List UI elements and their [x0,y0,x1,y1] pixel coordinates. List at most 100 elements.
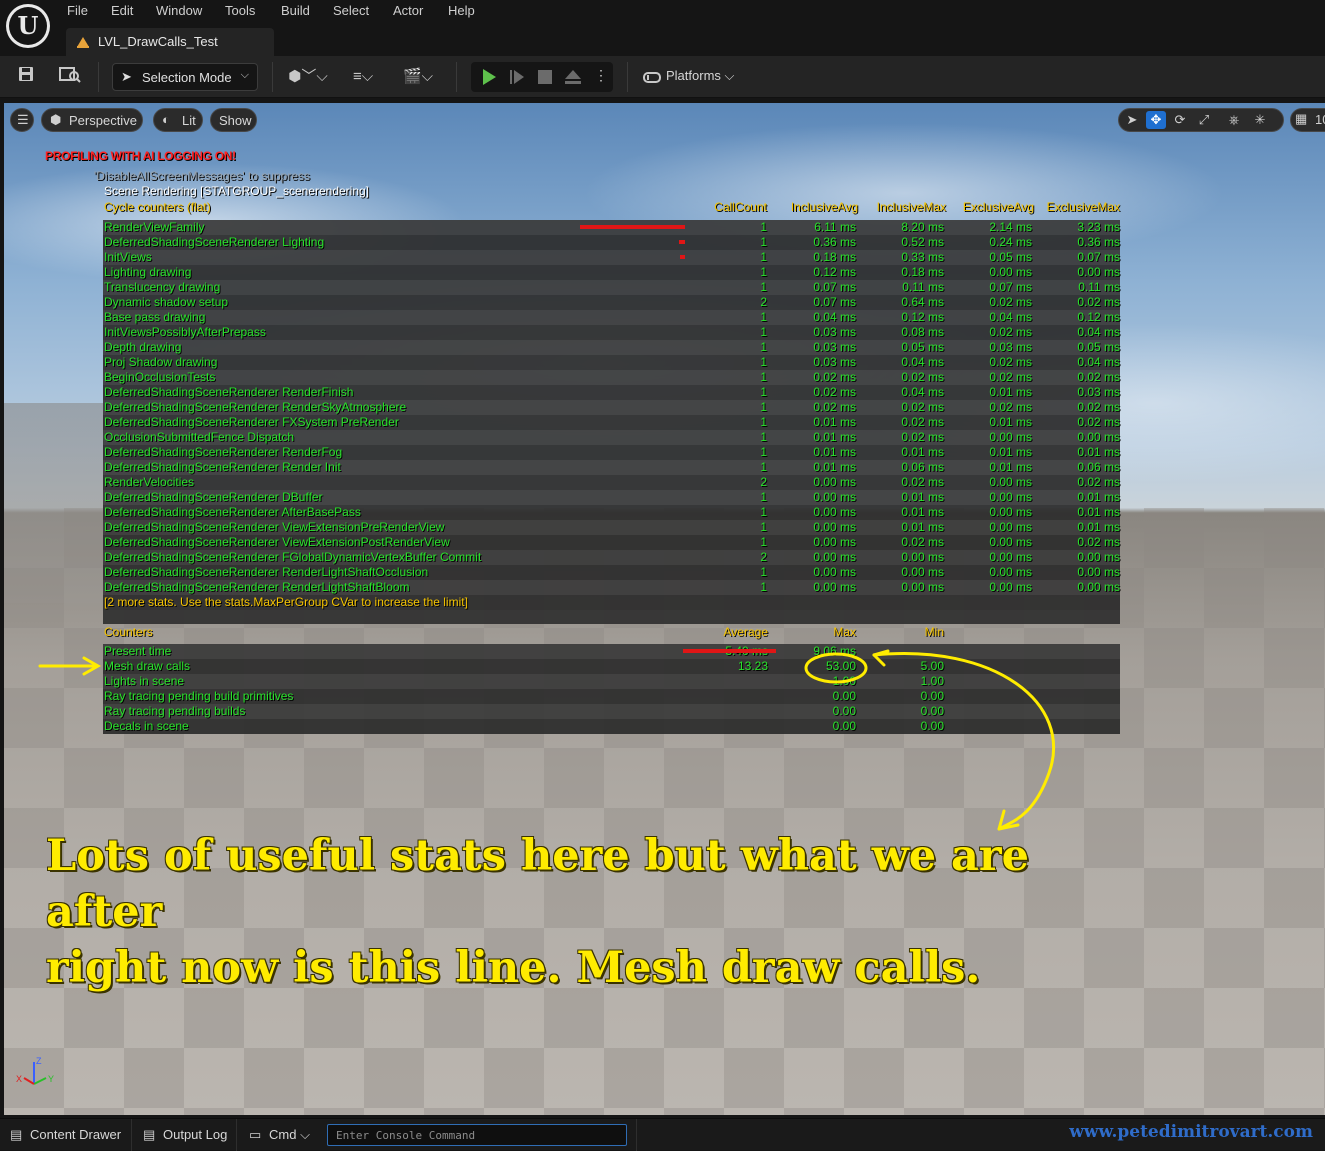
stat-exclusive-avg: 0.02 ms [989,325,1032,339]
stat-inclusive-max: 0.02 ms [901,370,944,384]
menu-file[interactable]: File [67,3,88,18]
stat-name: DeferredShadingSceneRenderer RenderLight… [104,580,410,594]
stat-inclusive-avg: 0.00 ms [813,505,856,519]
stat-callcount: 1 [760,505,767,519]
menu-select[interactable]: Select [333,3,369,18]
stat-exclusive-avg: 0.00 ms [989,520,1032,534]
stat-row: DeferredShadingSceneRenderer FXSystem Pr… [103,415,1120,430]
stat-name: DeferredShadingSceneRenderer RenderLight… [104,565,429,579]
stat-callcount: 2 [760,295,767,309]
stat-exclusive-avg: 0.00 ms [989,580,1032,594]
stat-callcount: 1 [760,400,767,414]
stat-name: DeferredShadingSceneRenderer RenderFinis… [104,385,354,399]
stat-row: Proj Shadow drawing 1 0.03 ms 0.04 ms 0.02 m… [103,355,1120,370]
stat-inclusive-max: 0.18 ms [901,265,944,279]
stat-inclusive-max: 0.05 ms [901,340,944,354]
stats-header: Cycle counters (flat) CallCount Inclusiv… [104,200,1120,216]
menu-build[interactable]: Build [281,3,310,18]
counter-min: 0.00 [920,704,944,718]
content-browser-icon[interactable] [58,65,82,89]
stat-row: DeferredShadingSceneRenderer AfterBasePa… [103,505,1120,520]
menu-help[interactable]: Help [448,3,475,18]
stat-exclusive-avg: 0.02 ms [989,370,1032,384]
stat-exclusive-avg: 0.00 ms [989,505,1032,519]
level-tab-label: LVL_DrawCalls_Test [98,34,218,49]
menu-window[interactable]: Window [156,3,202,18]
surface-snap-icon[interactable]: ✳ [1250,111,1270,129]
stat-row: DeferredShadingSceneRenderer RenderFog 1 0… [103,445,1120,460]
stat-inclusive-avg: 0.03 ms [813,340,856,354]
stat-inclusive-max: 0.00 ms [901,565,944,579]
play-icon[interactable] [480,68,498,86]
translate-icon[interactable]: ✥ [1146,111,1166,129]
counters-header-name: Counters [104,625,153,639]
stat-exclusive-max: 0.00 ms [1077,550,1120,564]
counter-name: Mesh draw calls [104,659,191,673]
stat-row: Translucency drawing 1 0.07 ms 0.11 ms 0.07 … [103,280,1120,295]
lit-label: Lit [182,113,196,128]
stat-group-title: Scene Rendering [STATGROUP_scenerenderin… [104,184,370,198]
transform-tools: ➤ ✥ ⟳ ⤢ ⎈ ✳ [1118,108,1284,132]
stat-exclusive-max: 0.00 ms [1077,265,1120,279]
rotate-icon[interactable]: ⟳ [1170,111,1190,129]
grid-snap-button[interactable]: ▦ 10 [1290,108,1325,132]
stat-name: DeferredShadingSceneRenderer ViewExtensi… [104,535,450,549]
status-separator [636,1119,637,1151]
selection-mode-dropdown[interactable]: ➤ Selection Mode ⌵ [112,63,258,91]
stat-name: RenderVelocities [104,475,195,489]
advance-frame-icon[interactable] [508,68,526,86]
stat-inclusive-max: 8.20 ms [901,220,944,234]
eject-icon[interactable] [564,68,582,86]
cinematics-icon[interactable]: 🎬⌵ [398,65,438,89]
more-icon[interactable]: ⋮ [594,67,608,84]
stop-icon[interactable] [536,68,554,86]
stats-spacer [103,610,1120,624]
world-local-icon[interactable]: ⎈ [1224,111,1244,129]
level-tab[interactable]: LVL_DrawCalls_Test [66,28,274,56]
stat-name: OcclusionSubmittedFence Dispatch [104,430,295,444]
stat-row: InitViewsPossiblyAfterPrepass 1 0.03 ms 0.0… [103,325,1120,340]
stat-name: DeferredShadingSceneRenderer RenderSkyAt… [104,400,407,414]
menu-actor[interactable]: Actor [393,3,423,18]
stat-callcount: 2 [760,550,767,564]
console-command-input[interactable] [327,1124,627,1146]
stat-row: Lighting drawing 1 0.12 ms 0.18 ms 0.00 ms 0.… [103,265,1120,280]
select-icon[interactable]: ➤ [1122,111,1142,129]
lit-button[interactable]: ◐ Lit [153,108,203,132]
cmd-dropdown[interactable]: ▭ Cmd ⌵ [249,1127,310,1143]
stat-row: DeferredShadingSceneRenderer ViewExtensi… [103,535,1120,550]
toolbar-separator [272,62,273,92]
perspective-button[interactable]: ⬢ Perspective [41,108,143,132]
stat-row: DeferredShadingSceneRenderer RenderLight… [103,580,1120,595]
output-log-button[interactable]: ▤ Output Log [143,1127,227,1143]
unreal-logo-icon[interactable]: U [6,4,50,48]
content-drawer-button[interactable]: ▤ Content Drawer [10,1127,121,1143]
save-icon[interactable] [14,65,38,89]
level-viewport[interactable]: ☰ ⬢ Perspective ◐ Lit Show ➤ ✥ ⟳ ⤢ ⎈ ✳ ▦… [4,103,1325,1115]
stat-inclusive-max: 0.00 ms [901,550,944,564]
stat-row: Depth drawing 1 0.03 ms 0.05 ms 0.03 ms 0.05 … [103,340,1120,355]
profiling-warning: PROFILING WITH AI LOGGING ON! [45,149,236,163]
stat-name: InitViewsPossiblyAfterPrepass [104,325,266,339]
stat-exclusive-avg: 0.00 ms [989,430,1032,444]
scale-icon[interactable]: ⤢ [1194,111,1214,129]
stat-inclusive-max: 0.33 ms [901,250,944,264]
stat-exclusive-max: 0.01 ms [1077,490,1120,504]
counter-max: 9.06 ms [813,644,856,658]
stat-inclusive-avg: 0.01 ms [813,460,856,474]
menu-edit[interactable]: Edit [111,3,133,18]
stat-exclusive-max: 0.04 ms [1077,355,1120,369]
menu-tools[interactable]: Tools [225,3,255,18]
stat-row: OcclusionSubmittedFence Dispatch 1 0.01 ms… [103,430,1120,445]
content-drawer-icon: ▤ [10,1127,23,1142]
stat-inclusive-max: 0.11 ms [902,280,944,294]
stat-inclusive-max: 0.06 ms [901,460,944,474]
stat-inclusive-avg: 0.00 ms [813,490,856,504]
hamburger-icon: ☰ [17,112,29,127]
add-actor-icon[interactable]: ⬢﹀⌵ [288,65,328,89]
show-button[interactable]: Show [210,108,257,132]
stat-exclusive-avg: 0.01 ms [989,445,1032,459]
stat-inclusive-avg: 0.03 ms [813,355,856,369]
viewport-options-button[interactable]: ☰ [10,108,34,132]
blueprint-icon[interactable]: ≡⌵ [343,65,383,89]
